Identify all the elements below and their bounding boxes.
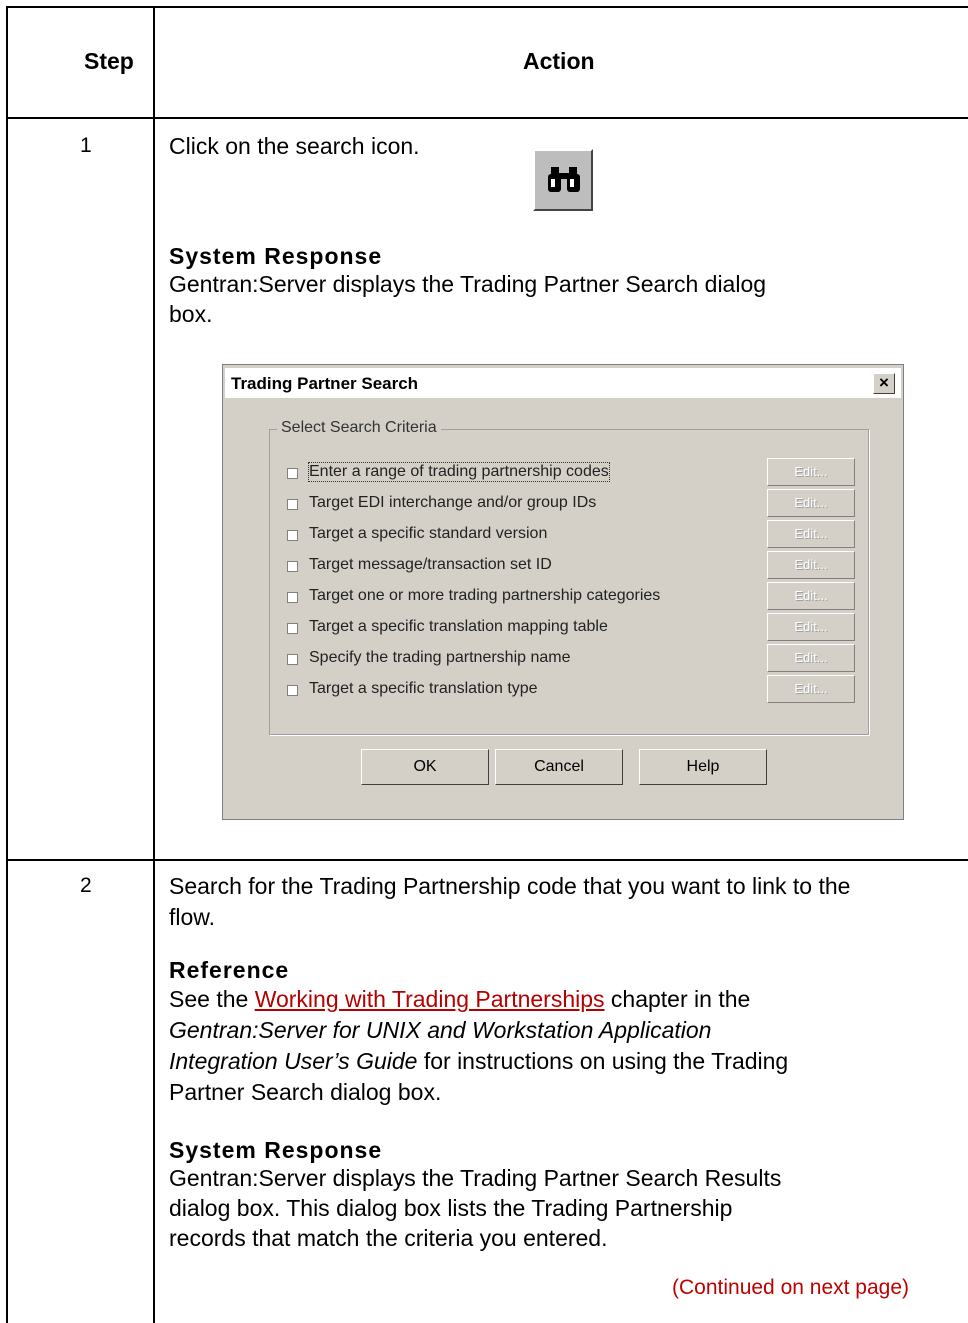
trading-partner-search-dialog: Trading Partner Search × Select Search C… — [222, 364, 904, 820]
criteria-row: Target one or more trading partnership c… — [287, 582, 857, 613]
step2-response-line2: dialog box. This dialog box lists the Tr… — [169, 1195, 733, 1221]
criteria-row: Target EDI interchange and/or group IDs … — [287, 489, 857, 520]
criteria-label: Target EDI interchange and/or group IDs — [309, 494, 597, 511]
help-button[interactable]: Help — [639, 749, 767, 785]
reference-heading: Reference — [169, 957, 290, 983]
criteria-label: Target a specific translation type — [309, 680, 538, 697]
reference-text: for instructions on using the Trading — [417, 1048, 789, 1074]
edit-button: Edit... — [767, 458, 855, 486]
reference-guide-title: Integration User’s Guide — [169, 1048, 418, 1074]
criteria-checkbox[interactable] — [287, 499, 298, 510]
header-divider — [6, 117, 968, 119]
reference-text: See the — [169, 986, 255, 1012]
row-divider — [6, 859, 968, 861]
continued-note: (Continued on next page) — [672, 1276, 909, 1299]
ok-button[interactable]: OK — [361, 749, 489, 785]
header-step: Step — [84, 48, 134, 74]
edit-button: Edit... — [767, 613, 855, 641]
criteria-row: Target a specific translation mapping ta… — [287, 613, 857, 644]
dialog-titlebar: Trading Partner Search × — [225, 368, 901, 398]
step2-response-line3: records that match the criteria you ente… — [169, 1225, 608, 1251]
criteria-row: Specify the trading partnership name Edi… — [287, 644, 857, 675]
criteria-checkbox[interactable] — [287, 685, 298, 696]
criteria-checkbox[interactable] — [287, 530, 298, 541]
criteria-label: Target a specific standard version — [309, 525, 548, 542]
step1-response-heading: System Response — [169, 243, 383, 269]
edit-button: Edit... — [767, 582, 855, 610]
edit-button: Edit... — [767, 644, 855, 672]
criteria-checkbox[interactable] — [287, 654, 298, 665]
criteria-checkbox[interactable] — [287, 468, 298, 479]
working-with-trading-partnerships-link[interactable]: Working with Trading Partnerships — [255, 986, 605, 1012]
binoculars-icon — [548, 167, 580, 192]
criteria-row: Target a specific translation type Edit.… — [287, 675, 857, 706]
reference-line4: Partner Search dialog box. — [169, 1079, 442, 1105]
reference-line3: Integration User’s Guide for instruction… — [169, 1046, 788, 1077]
reference-guide-title: Gentran:Server for UNIX and Workstation … — [169, 1017, 712, 1043]
close-button[interactable]: × — [873, 373, 895, 394]
step1-response-line2: box. — [169, 301, 213, 327]
group-label: Select Search Criteria — [277, 419, 441, 437]
step1-instruction: Click on the search icon. — [169, 133, 420, 159]
criteria-label: Target one or more trading partnership c… — [309, 587, 661, 604]
criteria-checkbox[interactable] — [287, 561, 298, 572]
criteria-row: Target a specific standard version Edit.… — [287, 520, 857, 551]
step2-response-line1: Gentran:Server displays the Trading Part… — [169, 1165, 782, 1191]
edit-button: Edit... — [767, 489, 855, 517]
edit-button: Edit... — [767, 551, 855, 579]
criteria-row: Target message/transaction set ID Edit..… — [287, 551, 857, 582]
search-button[interactable] — [533, 149, 593, 211]
step1-response-line1: Gentran:Server displays the Trading Part… — [169, 271, 767, 297]
reference-text: chapter in the — [604, 986, 751, 1012]
criteria-label: Enter a range of trading partnership cod… — [308, 462, 610, 482]
edit-button: Edit... — [767, 520, 855, 548]
criteria-label: Specify the trading partnership name — [309, 649, 571, 666]
header-action: Action — [523, 48, 595, 74]
edit-button: Edit... — [767, 675, 855, 703]
dialog-title: Trading Partner Search — [231, 374, 419, 393]
criteria-label: Target message/transaction set ID — [309, 556, 552, 573]
step-number-2: 2 — [80, 874, 92, 897]
criteria-checkbox[interactable] — [287, 623, 298, 634]
step-number-1: 1 — [80, 134, 92, 157]
reference-line1: See the Working with Trading Partnership… — [169, 984, 750, 1015]
step2-line2: flow. — [169, 904, 216, 930]
criteria-checkbox[interactable] — [287, 592, 298, 603]
column-divider — [153, 6, 155, 1323]
step2-response-heading: System Response — [169, 1137, 383, 1163]
criteria-label: Target a specific translation mapping ta… — [309, 618, 608, 635]
step2-line1: Search for the Trading Partnership code … — [169, 873, 851, 899]
criteria-row: Enter a range of trading partnership cod… — [287, 458, 857, 489]
cancel-button[interactable]: Cancel — [495, 749, 623, 785]
